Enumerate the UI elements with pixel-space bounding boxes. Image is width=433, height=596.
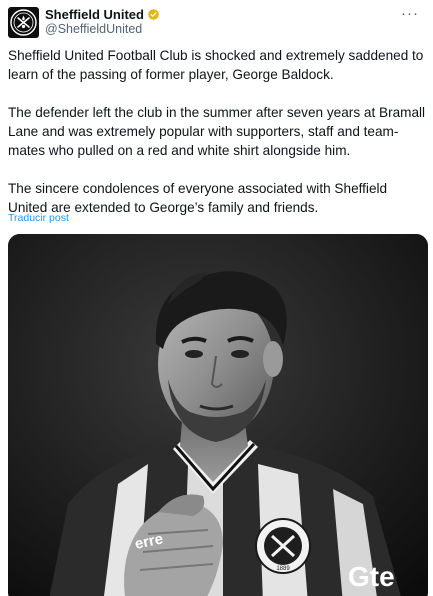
club-crest-on-shirt: 1889 [255, 518, 311, 574]
post-header: Sheffield United @SheffieldUnited ··· [8, 6, 425, 39]
gold-verified-badge-icon[interactable] [147, 8, 160, 21]
player-photo-illustration: 1889 erre Gte [8, 234, 428, 596]
user-handle[interactable]: @SheffieldUnited [45, 22, 160, 37]
post-photo[interactable]: 1889 erre Gte [8, 234, 428, 596]
post-paragraph-1: Sheffield United Football Club is shocke… [8, 48, 424, 82]
shirt-sponsor-text: Gte [348, 561, 395, 592]
post-paragraph-2: The defender left the club in the summer… [8, 105, 426, 158]
translate-post-link[interactable]: Traducir post [8, 212, 69, 224]
more-dots-icon[interactable]: ··· [401, 6, 419, 21]
post-paragraph-3: The sincere condolences of everyone asso… [8, 181, 388, 215]
tweet-post: Sheffield United @SheffieldUnited ··· Sh… [0, 0, 433, 596]
crest-year-text: 1889 [276, 566, 290, 572]
post-text: Sheffield United Football Club is shocke… [8, 46, 426, 217]
display-name[interactable]: Sheffield United [45, 7, 144, 22]
sheffield-united-crest-icon [10, 9, 37, 36]
avatar[interactable] [8, 7, 39, 38]
